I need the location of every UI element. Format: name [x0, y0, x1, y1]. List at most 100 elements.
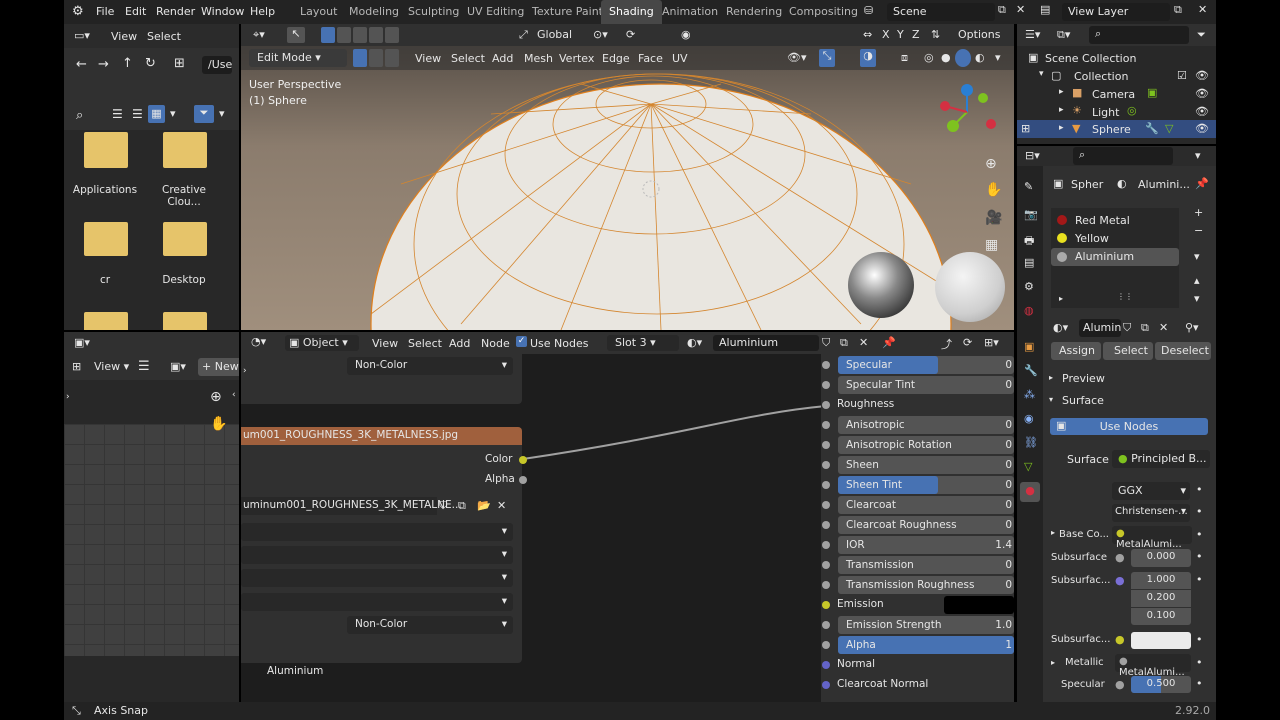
data-tab-icon[interactable]: ▽	[1024, 460, 1032, 473]
material-browse-icon[interactable]: ◐▾	[687, 336, 702, 349]
collapse-arrow-icon[interactable]: ▸	[1049, 373, 1053, 382]
vp-menu-mesh[interactable]: Mesh	[524, 52, 553, 65]
editor-type-icon[interactable]: ▣▾	[74, 336, 90, 349]
outliner-item-camera[interactable]: Camera	[1092, 88, 1135, 101]
bsdf-input-slider[interactable]: Sheen 0	[838, 456, 1014, 474]
constraints-tab-icon[interactable]: ⛓	[1024, 436, 1038, 449]
material-slot[interactable]: Yellow	[1075, 232, 1109, 245]
socket-dot-icon[interactable]: •	[1196, 656, 1203, 669]
bsdf-input-socket[interactable]	[822, 441, 830, 449]
vp-menu-select[interactable]: Select	[451, 52, 485, 65]
socket-dot-icon[interactable]: •	[1196, 528, 1203, 541]
folder-label[interactable]: Creative Clou...	[146, 184, 222, 208]
tab-layout[interactable]: Layout	[292, 0, 345, 24]
bsdf-input-socket[interactable]	[822, 601, 830, 609]
bsdf-input-slider[interactable]: Anisotropic Rotation 0	[838, 436, 1014, 454]
use-nodes-button[interactable]: ▣ Use Nodes	[1050, 418, 1208, 435]
view-layer-field[interactable]: View Layer	[1062, 3, 1170, 21]
bsdf-input-socket[interactable]	[822, 461, 830, 469]
subsurface-radius-y[interactable]: 0.200	[1131, 590, 1191, 607]
collapse-arrow-icon[interactable]: ›	[243, 366, 247, 376]
particles-tab-icon[interactable]: ⁂	[1024, 388, 1035, 401]
collapse-arrow-icon[interactable]: ›	[66, 392, 70, 402]
sort-dropdown-icon[interactable]: ▾	[170, 107, 176, 120]
editor-type-icon[interactable]: ▭▾	[74, 29, 90, 42]
socket-dot-icon[interactable]: •	[1196, 633, 1203, 646]
folder-icon[interactable]	[163, 312, 207, 330]
mode-icon[interactable]: ⊞	[72, 360, 81, 373]
bsdf-input-socket[interactable]	[822, 481, 830, 489]
tab-shading[interactable]: Shading	[601, 0, 662, 24]
path-field[interactable]: /Use	[202, 56, 232, 74]
editor-type-icon[interactable]: ☰▾	[1025, 28, 1040, 41]
bsdf-input-slider[interactable]: Emission Strength 1.0	[838, 616, 1014, 634]
color-output-socket[interactable]	[519, 456, 527, 464]
folder-icon[interactable]	[163, 222, 207, 256]
properties-search[interactable]: ⌕	[1073, 147, 1173, 165]
collapse-arrow-icon[interactable]: ‹	[232, 390, 236, 400]
menu-edit[interactable]: Edit	[125, 5, 146, 18]
specular-slider[interactable]: 0.500	[1131, 676, 1191, 693]
folder-icon[interactable]	[84, 312, 128, 330]
ie-menu-view[interactable]: View ▾	[94, 360, 129, 373]
unlink-material-icon[interactable]: ✕	[859, 336, 868, 349]
menu-file[interactable]: File	[96, 5, 114, 18]
parent-node-tree-icon[interactable]: ⤴	[941, 336, 952, 352]
render-tab-icon[interactable]: 📷	[1024, 208, 1038, 221]
ortho-toggle-icon[interactable]: ▦	[985, 237, 998, 253]
exclude-checkbox[interactable]: ☑	[1177, 69, 1187, 82]
vp-menu-edge[interactable]: Edge	[602, 52, 630, 65]
eye-icon[interactable]: 👁	[1195, 69, 1209, 82]
expand-arrow-icon[interactable]: ▸	[1059, 87, 1064, 97]
fb-menu-view[interactable]: View	[111, 30, 137, 43]
refresh-icon[interactable]: ↻	[145, 56, 156, 71]
bsdf-input-socket[interactable]	[822, 581, 830, 589]
blender-logo-icon[interactable]: ⚙	[72, 4, 84, 19]
projection-dropdown[interactable]: ▾	[241, 546, 513, 564]
select-mode-extend-icon[interactable]	[337, 27, 351, 43]
editor-type-icon[interactable]: ⌖▾	[253, 28, 265, 42]
context-object[interactable]: Spher	[1071, 178, 1103, 191]
resize-handle-icon[interactable]: ⋮⋮	[1117, 292, 1133, 301]
use-nodes-label[interactable]: Use Nodes	[530, 337, 589, 350]
bsdf-input-slider[interactable]: Alpha 1	[838, 636, 1014, 654]
proportional-edit-icon[interactable]: ◉	[681, 28, 691, 41]
image-browse-icon[interactable]: ▣▾	[170, 360, 186, 373]
surface-panel[interactable]: Surface	[1062, 394, 1104, 407]
image-canvas[interactable]: ✋	[64, 416, 239, 656]
bsdf-input-slider[interactable]: Specular 0	[838, 356, 1014, 374]
menu-render[interactable]: Render	[156, 5, 195, 18]
tool-tab-icon[interactable]: ✎	[1024, 180, 1033, 193]
deselect-button[interactable]: Deselect	[1155, 342, 1211, 360]
options-icon[interactable]: ▾	[1195, 149, 1201, 162]
shading-dropdown-icon[interactable]: ▾	[995, 51, 1001, 64]
delete-scene-icon[interactable]: ✕	[1016, 3, 1025, 16]
subsurface-radius-z[interactable]: 0.100	[1131, 608, 1191, 625]
3d-viewport[interactable]: ⌖▾ ↖ ⤢ Global ⊙▾ ⟳ ◉ ⇔ X Y Z ⇅ Options E…	[241, 24, 1014, 330]
socket-dot-icon[interactable]: ●	[1115, 574, 1125, 587]
overlays-icon[interactable]: ⊞▾	[984, 336, 999, 349]
pivot-icon[interactable]: ⊙▾	[593, 28, 608, 41]
subsurface-field[interactable]: 0.000	[1131, 549, 1191, 567]
edge-select-icon[interactable]	[369, 49, 383, 67]
duplicate-image-icon[interactable]: ⧉	[458, 499, 466, 513]
expand-arrow-icon[interactable]: ▸	[1051, 528, 1055, 537]
menu-window[interactable]: Window	[201, 5, 244, 18]
pan-icon[interactable]: ✋	[985, 182, 1002, 198]
vp-menu-face[interactable]: Face	[638, 52, 663, 65]
select-mode-subtract-icon[interactable]	[353, 27, 367, 43]
folder-label[interactable]: Desktop	[146, 274, 222, 286]
forward-icon[interactable]: →	[98, 57, 109, 72]
subsurface-radius-x[interactable]: 1.000	[1131, 572, 1191, 589]
fb-menu-select[interactable]: Select	[147, 30, 181, 43]
material-slot-selected[interactable]: Aluminium	[1051, 248, 1179, 266]
material-name-field[interactable]: Alumin	[1079, 319, 1121, 337]
outliner-selected-row[interactable]: ⊞ ▸ ▼ Sphere 🔧 ▽ 👁	[1017, 120, 1216, 138]
link-dropdown-icon[interactable]: ⚲▾	[1185, 321, 1199, 334]
assign-button[interactable]: Assign	[1051, 342, 1101, 360]
editor-type-icon[interactable]: ◔▾	[251, 335, 266, 348]
axis-y[interactable]: Y	[897, 28, 904, 41]
mirror-icon[interactable]: ⇔	[863, 28, 872, 41]
camera-data-icon[interactable]: ▣	[1147, 86, 1157, 99]
bsdf-input-socket[interactable]	[822, 621, 830, 629]
